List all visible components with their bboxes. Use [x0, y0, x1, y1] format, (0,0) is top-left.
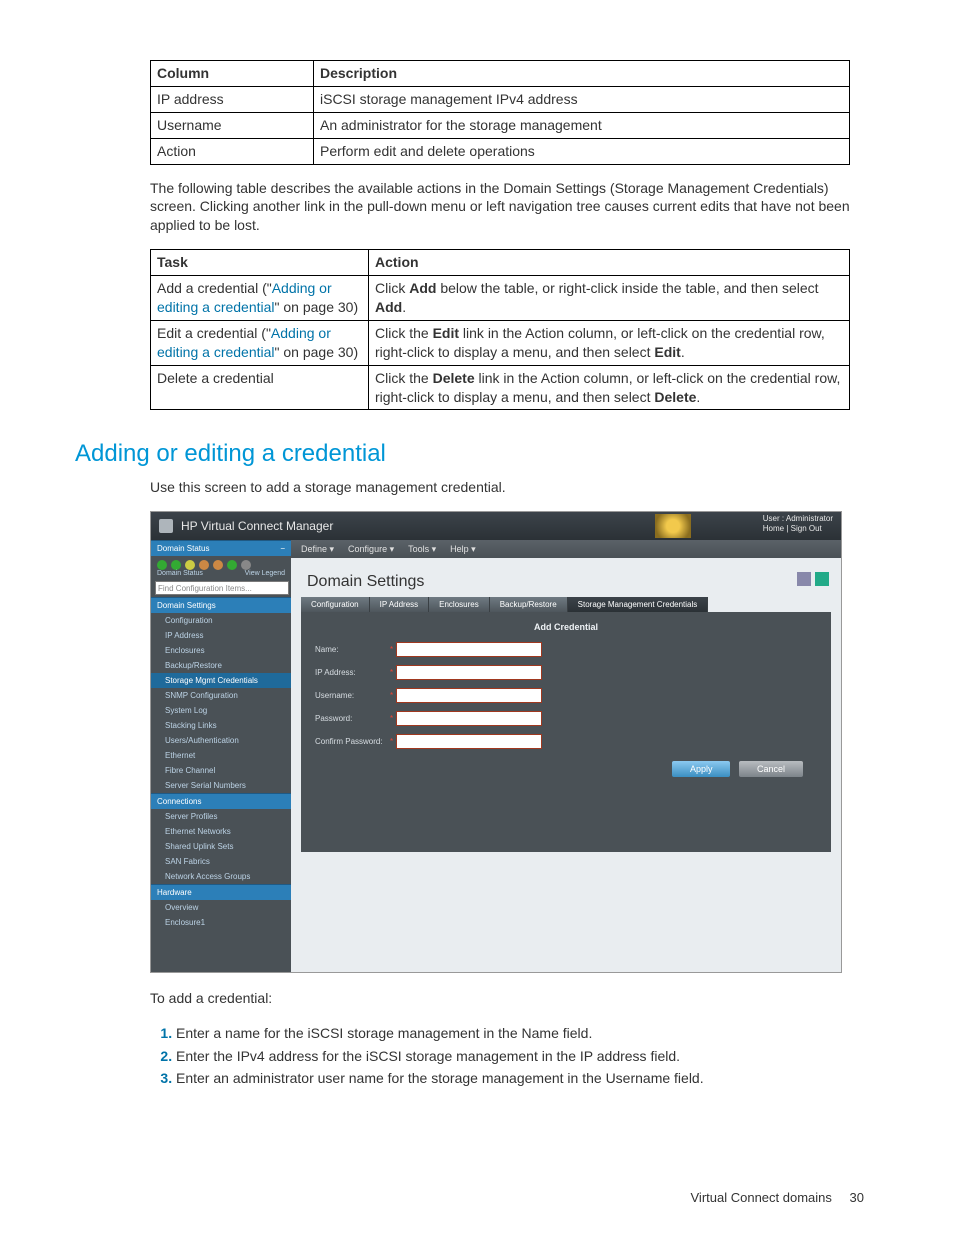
table-row: Username An administrator for the storag… — [151, 112, 850, 138]
tabs: Configuration IP Address Enclosures Back… — [301, 597, 831, 612]
sidebar-item-backup-restore[interactable]: Backup/Restore — [151, 658, 291, 673]
sidebar-section-hardware[interactable]: Hardware — [151, 884, 291, 900]
confirm-password-field[interactable] — [396, 734, 542, 749]
menu-help[interactable]: Help ▾ — [450, 544, 476, 555]
sidebar-item-configuration[interactable]: Configuration — [151, 613, 291, 628]
sidebar-item-shared-uplink[interactable]: Shared Uplink Sets — [151, 839, 291, 854]
label-confirm: Confirm Password: — [315, 737, 387, 746]
tab-configuration[interactable]: Configuration — [301, 597, 370, 612]
label-ip: IP Address: — [315, 668, 387, 677]
panel-title: Add Credential — [315, 622, 817, 632]
ip-address-field[interactable] — [396, 665, 542, 680]
password-field[interactable] — [396, 711, 542, 726]
user-box: User : Administrator Home | Sign Out — [763, 514, 833, 533]
sidebar-item-storage-mgmt[interactable]: Storage Mgmt Credentials — [151, 673, 291, 688]
sidebar-section-domain-settings[interactable]: Domain Settings — [151, 597, 291, 613]
table-row: IP address iSCSI storage management IPv4… — [151, 86, 850, 112]
sidebar-item-overview[interactable]: Overview — [151, 900, 291, 915]
step-1: Enter a name for the iSCSI storage manag… — [176, 1022, 876, 1044]
main-area: Define ▾ Configure ▾ Tools ▾ Help ▾ Doma… — [291, 540, 841, 972]
section-intro: Use this screen to add a storage managem… — [150, 478, 870, 497]
sidebar-item-enclosure1[interactable]: Enclosure1 — [151, 915, 291, 930]
menu-configure[interactable]: Configure ▾ — [348, 544, 394, 555]
vcm-header: HP Virtual Connect Manager User : Admini… — [151, 512, 841, 540]
vcm-screenshot: HP Virtual Connect Manager User : Admini… — [150, 511, 842, 973]
apply-button[interactable]: Apply — [672, 761, 731, 777]
page-title: Domain Settings — [307, 573, 424, 591]
cancel-button[interactable]: Cancel — [739, 761, 803, 777]
footer-page: 30 — [850, 1190, 864, 1205]
t2-h2: Action — [369, 250, 850, 276]
actions-intro-paragraph: The following table describes the availa… — [150, 179, 870, 236]
name-field[interactable] — [396, 642, 542, 657]
table-row: Add a credential ("Adding or editing a c… — [151, 276, 850, 321]
view-legend-link[interactable]: View Legend — [245, 570, 285, 577]
task-action-table: Task Action Add a credential ("Adding or… — [150, 249, 850, 410]
award-icon — [655, 514, 691, 538]
footer-section: Virtual Connect domains — [691, 1190, 832, 1205]
menu-tools[interactable]: Tools ▾ — [408, 544, 436, 555]
sidebar-item-server-profiles[interactable]: Server Profiles — [151, 809, 291, 824]
label-pass: Password: — [315, 714, 387, 723]
menubar: Define ▾ Configure ▾ Tools ▾ Help ▾ — [291, 540, 841, 558]
add-credential-panel: Add Credential Name:* IP Address:* Usern… — [301, 612, 831, 852]
sidebar-item-ethernet[interactable]: Ethernet — [151, 748, 291, 763]
print-icon[interactable] — [797, 572, 811, 586]
step-3: Enter an administrator user name for the… — [176, 1067, 876, 1089]
sidebar-item-ip-address[interactable]: IP Address — [151, 628, 291, 643]
tab-storage-mgmt-credentials[interactable]: Storage Management Credentials — [568, 597, 709, 612]
add-intro: To add a credential: — [150, 989, 870, 1008]
signout-link[interactable]: Sign Out — [791, 524, 822, 533]
sidebar-item-enclosures[interactable]: Enclosures — [151, 643, 291, 658]
page-footer: Virtual Connect domains 30 — [691, 1190, 865, 1205]
username-field[interactable] — [396, 688, 542, 703]
sidebar-item-fibre-channel[interactable]: Fibre Channel — [151, 763, 291, 778]
search-input[interactable]: Find Configuration Items... — [155, 581, 289, 595]
sidebar-section-connections[interactable]: Connections — [151, 793, 291, 809]
hp-logo-icon — [159, 519, 173, 533]
sidebar-domain-status[interactable]: Domain Status− — [151, 540, 291, 556]
menu-define[interactable]: Define ▾ — [301, 544, 334, 555]
table-row: Delete a credential Click the Delete lin… — [151, 365, 850, 410]
steps-list: Enter a name for the iSCSI storage manag… — [150, 1022, 876, 1089]
section-heading: Adding or editing a credential — [75, 440, 864, 468]
t1-h2: Description — [314, 61, 850, 87]
collapse-icon[interactable]: − — [280, 544, 285, 553]
sidebar-item-san-fabrics[interactable]: SAN Fabrics — [151, 854, 291, 869]
sidebar-item-network-access[interactable]: Network Access Groups — [151, 869, 291, 884]
sidebar-item-system-log[interactable]: System Log — [151, 703, 291, 718]
sidebar-item-server-serial[interactable]: Server Serial Numbers — [151, 778, 291, 793]
tab-ip-address[interactable]: IP Address — [370, 597, 430, 612]
label-user: Username: — [315, 691, 387, 700]
step-2: Enter the IPv4 address for the iSCSI sto… — [176, 1045, 876, 1067]
sidebar-item-ethernet-networks[interactable]: Ethernet Networks — [151, 824, 291, 839]
t1-h1: Column — [151, 61, 314, 87]
table-row: Action Perform edit and delete operation… — [151, 138, 850, 164]
column-description-table: Column Description IP address iSCSI stor… — [150, 60, 850, 165]
sidebar-item-snmp[interactable]: SNMP Configuration — [151, 688, 291, 703]
tab-backup-restore[interactable]: Backup/Restore — [490, 597, 568, 612]
page-title-row: Domain Settings — [291, 558, 841, 597]
home-link[interactable]: Home — [763, 524, 784, 533]
sidebar-item-users-auth[interactable]: Users/Authentication — [151, 733, 291, 748]
tab-enclosures[interactable]: Enclosures — [429, 597, 490, 612]
table-row: Edit a credential ("Adding or editing a … — [151, 320, 850, 365]
t2-h1: Task — [151, 250, 369, 276]
product-title: HP Virtual Connect Manager — [181, 519, 333, 533]
status-icons — [151, 556, 291, 570]
sidebar-item-stacking-links[interactable]: Stacking Links — [151, 718, 291, 733]
sidebar: Domain Status− Domain StatusView Legend … — [151, 540, 291, 972]
label-name: Name: — [315, 645, 387, 654]
help-icon[interactable] — [815, 572, 829, 586]
